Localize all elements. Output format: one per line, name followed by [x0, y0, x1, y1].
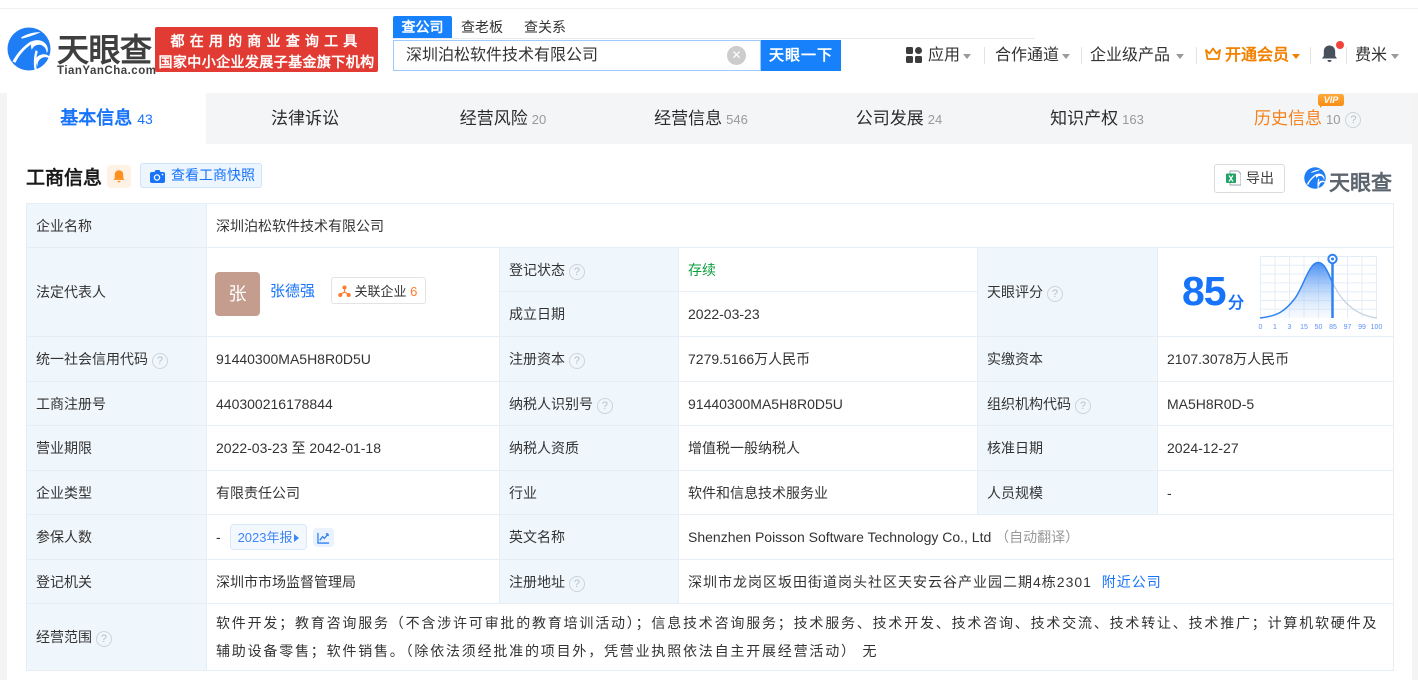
svg-text:3: 3	[1288, 324, 1292, 331]
svg-text:85: 85	[1329, 324, 1337, 331]
svg-text:50: 50	[1315, 324, 1323, 331]
svg-text:1: 1	[1273, 324, 1277, 331]
svg-text:100: 100	[1371, 324, 1383, 331]
svg-text:15: 15	[1300, 324, 1308, 331]
svg-text:97: 97	[1344, 324, 1352, 331]
svg-text:99: 99	[1358, 324, 1366, 331]
svg-text:0: 0	[1259, 324, 1263, 331]
